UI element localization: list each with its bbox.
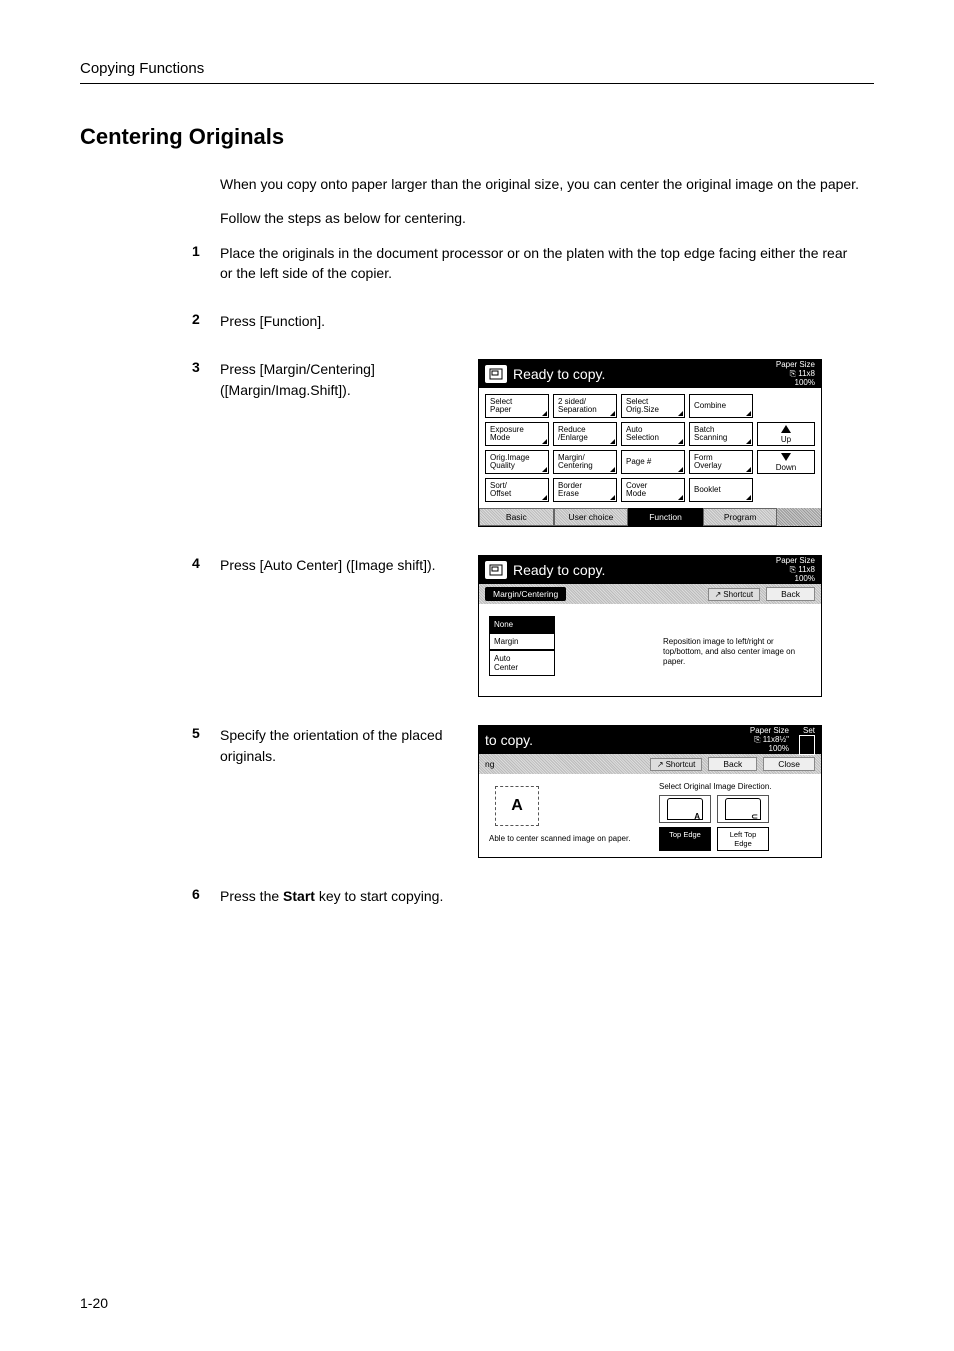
exposure-mode-button[interactable]: Exposure Mode bbox=[485, 422, 549, 446]
panel3-right-heading: Select Original Image Direction. bbox=[659, 782, 811, 791]
form-overlay-button[interactable]: Form Overlay bbox=[689, 450, 753, 474]
margin-centering-panel: Ready to copy. Paper Size ⎘ 11x8 100% Ma… bbox=[478, 555, 822, 697]
shortcut-arrow-icon: ↗ bbox=[715, 590, 722, 599]
tab-basic[interactable]: Basic bbox=[479, 508, 554, 526]
sort-offset-button[interactable]: Sort/ Offset bbox=[485, 478, 549, 502]
orientation-top-edge-thumb: A bbox=[659, 795, 711, 823]
batch-scanning-button[interactable]: Batch Scanning bbox=[689, 422, 753, 446]
step-text-2: Press [Function]. bbox=[220, 311, 874, 331]
panel1-title: Ready to copy. bbox=[513, 366, 776, 382]
margin-centering-button[interactable]: Margin/ Centering bbox=[553, 450, 617, 474]
option-margin[interactable]: Margin bbox=[489, 633, 555, 650]
set-label: Set bbox=[803, 726, 815, 735]
left-top-edge-button[interactable]: Left Top Edge bbox=[717, 827, 769, 851]
combine-button[interactable]: Combine bbox=[689, 394, 753, 418]
triangle-up-icon bbox=[781, 425, 791, 433]
page-number: 1-20 bbox=[80, 1295, 108, 1311]
step-text-6: Press the Start key to start copying. bbox=[220, 886, 874, 906]
panel2-title: Ready to copy. bbox=[513, 562, 776, 578]
step-text-3: Press [Margin/Centering] ([Margin/Imag.S… bbox=[220, 359, 470, 400]
step-text-4: Press [Auto Center] ([Image shift]). bbox=[220, 555, 470, 575]
panel3-ng-label: ng bbox=[485, 759, 498, 769]
shortcut-button[interactable]: ↗Shortcut bbox=[708, 588, 761, 601]
orientation-panel: to copy. Paper Size ⎘ 11x8½" 100% Set ng… bbox=[478, 725, 822, 858]
panel2-paper-info: Paper Size ⎘ 11x8 100% bbox=[776, 557, 821, 583]
copy-icon bbox=[485, 561, 507, 579]
border-erase-button[interactable]: Border Erase bbox=[553, 478, 617, 502]
step-number-6: 6 bbox=[80, 886, 220, 902]
back-button[interactable]: Back bbox=[766, 587, 815, 601]
orientation-left-top-icon: ⊂ bbox=[725, 798, 761, 820]
intro-paragraph-1: When you copy onto paper larger than the… bbox=[220, 174, 874, 194]
copy-icon bbox=[485, 365, 507, 383]
panel3-title: to copy. bbox=[479, 732, 750, 748]
close-button[interactable]: Close bbox=[763, 757, 815, 771]
up-button[interactable]: Up bbox=[757, 422, 815, 446]
panel1-body: Select Paper 2 sided/ Separation Select … bbox=[479, 388, 821, 508]
cover-mode-button[interactable]: Cover Mode bbox=[621, 478, 685, 502]
option-auto-center[interactable]: Auto Center bbox=[489, 650, 555, 676]
back-button[interactable]: Back bbox=[708, 757, 757, 771]
step-text-1: Place the originals in the document proc… bbox=[220, 243, 874, 284]
step-text-5: Specify the orientation of the placed or… bbox=[220, 725, 470, 766]
select-orig-size-button[interactable]: Select Orig.Size bbox=[621, 394, 685, 418]
step-number-4: 4 bbox=[80, 555, 220, 571]
set-count-box bbox=[799, 735, 815, 755]
shortcut-button[interactable]: ↗Shortcut bbox=[650, 758, 703, 771]
step-number-3: 3 bbox=[80, 359, 220, 375]
margin-centering-chip: Margin/Centering bbox=[485, 587, 566, 601]
triangle-down-icon bbox=[781, 453, 791, 461]
centering-preview-icon: A bbox=[495, 786, 539, 826]
shortcut-arrow-icon: ↗ bbox=[657, 760, 664, 769]
panel3-left-caption: Able to center scanned image on paper. bbox=[489, 834, 659, 843]
page-title: Centering Originals bbox=[80, 124, 874, 150]
panel3-paper-info: Paper Size ⎘ 11x8½" 100% bbox=[750, 727, 795, 753]
select-paper-button[interactable]: Select Paper bbox=[485, 394, 549, 418]
tab-function[interactable]: Function bbox=[628, 508, 703, 526]
step-number-2: 2 bbox=[80, 311, 220, 327]
two-sided-separation-button[interactable]: 2 sided/ Separation bbox=[553, 394, 617, 418]
step-number-5: 5 bbox=[80, 725, 220, 741]
orig-image-quality-button[interactable]: Orig.Image Quality bbox=[485, 450, 549, 474]
panel1-paper-info: Paper Size ⎘ 11x8 100% bbox=[776, 361, 821, 387]
reduce-enlarge-button[interactable]: Reduce /Enlarge bbox=[553, 422, 617, 446]
function-screen-panel: Ready to copy. Paper Size ⎘ 11x8 100% Se… bbox=[478, 359, 822, 527]
top-edge-button[interactable]: Top Edge bbox=[659, 827, 711, 851]
tab-program[interactable]: Program bbox=[703, 508, 778, 526]
intro-paragraph-2: Follow the steps as below for centering. bbox=[220, 208, 874, 228]
panel2-description: Reposition image to left/right or top/bo… bbox=[663, 637, 811, 667]
option-none[interactable]: None bbox=[489, 616, 555, 633]
auto-selection-button[interactable]: Auto Selection bbox=[621, 422, 685, 446]
orientation-top-edge-icon: A bbox=[667, 798, 703, 820]
page-number-button[interactable]: Page # bbox=[621, 450, 685, 474]
down-button[interactable]: Down bbox=[757, 450, 815, 474]
running-header: Copying Functions bbox=[80, 60, 874, 84]
step-number-1: 1 bbox=[80, 243, 220, 259]
orientation-left-top-thumb: ⊂ bbox=[717, 795, 769, 823]
panel1-tabs: Basic User choice Function Program bbox=[479, 508, 821, 526]
tab-user-choice[interactable]: User choice bbox=[554, 508, 629, 526]
booklet-button[interactable]: Booklet bbox=[689, 478, 753, 502]
